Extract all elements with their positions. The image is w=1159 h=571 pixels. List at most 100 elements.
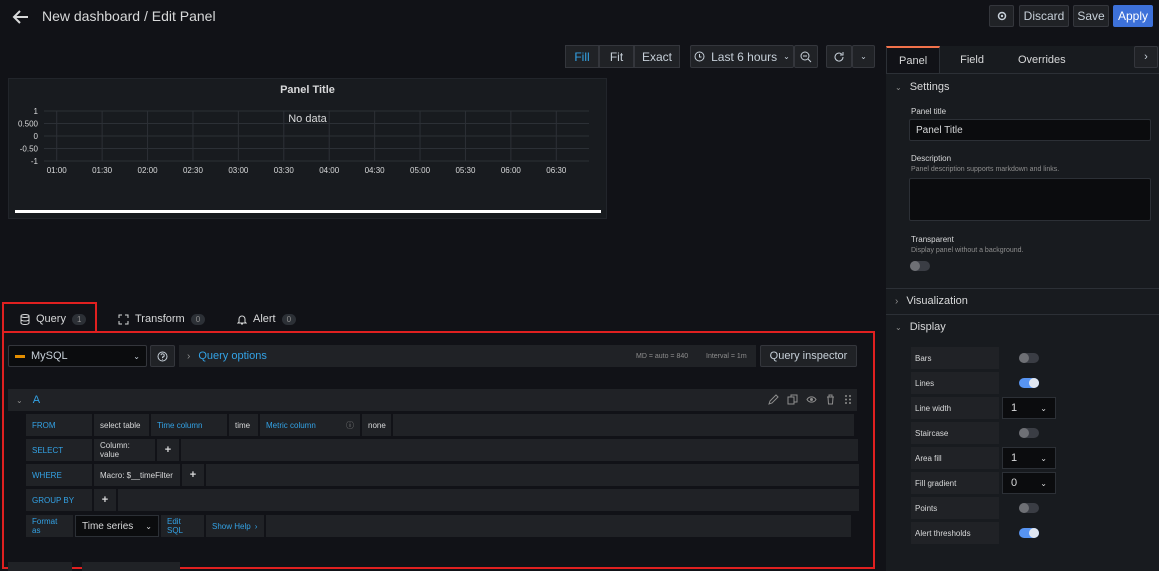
y-tick-label: 0.500 bbox=[18, 120, 39, 129]
y-tick-label: 0 bbox=[34, 132, 39, 141]
format-row: Format as Time series ⌄ Edit SQL Show He… bbox=[26, 515, 851, 537]
display-section-header[interactable]: ⌄ Display bbox=[895, 321, 946, 333]
mysql-icon bbox=[15, 354, 25, 358]
fill-gradient-select[interactable]: 0 ⌄ bbox=[1002, 472, 1056, 494]
tab-query[interactable]: Query 1 bbox=[20, 313, 87, 325]
fit-button[interactable]: Fit bbox=[599, 45, 634, 68]
chevron-down-icon: ⌄ bbox=[1040, 478, 1047, 488]
query-inspector-button[interactable]: Query inspector bbox=[760, 345, 857, 367]
tab-field[interactable]: Field bbox=[940, 46, 996, 73]
chevron-down-icon: ⌄ bbox=[895, 82, 902, 92]
chevron-down-icon: ⌄ bbox=[145, 521, 152, 531]
tab-transform-label: Transform bbox=[135, 313, 185, 325]
where-macro[interactable]: Macro: $__timeFilter bbox=[94, 464, 180, 486]
tab-overrides[interactable]: Overrides bbox=[996, 46, 1078, 73]
y-tick-label: -1 bbox=[31, 157, 39, 166]
format-row-filler bbox=[266, 515, 851, 537]
add-query-button-partial[interactable] bbox=[8, 562, 72, 571]
apply-button[interactable]: Apply bbox=[1113, 5, 1153, 27]
fill-gradient-value: 0 bbox=[1011, 477, 1018, 489]
tab-alert-label: Alert bbox=[253, 313, 276, 325]
points-toggle[interactable] bbox=[1019, 503, 1039, 513]
query-options-label: Query options bbox=[198, 350, 267, 362]
alert-thresholds-toggle[interactable] bbox=[1019, 528, 1039, 538]
add-where-button[interactable]: + bbox=[182, 464, 204, 486]
fill-button[interactable]: Fill bbox=[565, 45, 599, 68]
x-tick-label: 03:30 bbox=[274, 166, 295, 175]
show-help-button[interactable]: Show Help › bbox=[206, 515, 264, 537]
graph-baseline bbox=[15, 210, 601, 213]
help-button[interactable] bbox=[150, 345, 175, 367]
settings-button[interactable] bbox=[989, 5, 1014, 27]
query-count-badge: 1 bbox=[71, 313, 87, 325]
chevron-down-icon: ⌄ bbox=[133, 351, 140, 361]
refresh-button[interactable] bbox=[826, 45, 852, 68]
transparent-toggle[interactable] bbox=[910, 261, 930, 271]
refresh-interval-dropdown[interactable]: ⌄ bbox=[852, 45, 875, 68]
discard-button[interactable]: Discard bbox=[1019, 5, 1069, 27]
x-tick-label: 02:00 bbox=[138, 166, 159, 175]
staircase-toggle[interactable] bbox=[1019, 428, 1039, 438]
datasource-picker[interactable]: MySQL ⌄ bbox=[8, 345, 147, 367]
chevron-right-icon: › bbox=[187, 350, 191, 362]
x-tick-label: 02:30 bbox=[183, 166, 204, 175]
expression-button-partial[interactable] bbox=[82, 562, 180, 571]
chevron-right-icon: › bbox=[254, 521, 258, 531]
back-arrow-icon[interactable] bbox=[12, 8, 30, 26]
edit-sql-button[interactable]: Edit SQL bbox=[161, 515, 204, 537]
line-width-select[interactable]: 1 ⌄ bbox=[1002, 397, 1056, 419]
format-value: Time series bbox=[82, 520, 134, 532]
visualization-section-header[interactable]: › Visualization bbox=[895, 295, 968, 307]
description-label: Description bbox=[911, 154, 952, 163]
trash-icon[interactable] bbox=[825, 394, 836, 405]
database-icon bbox=[20, 313, 30, 325]
tab-transform[interactable]: Transform 0 bbox=[118, 313, 206, 325]
md-label: MD = auto = 840 bbox=[636, 352, 689, 360]
exact-button[interactable]: Exact bbox=[634, 45, 680, 68]
info-icon: ⓘ bbox=[346, 420, 354, 430]
query-options-bar[interactable]: › Query options MD = auto = 840 Interval… bbox=[179, 345, 756, 367]
table-select[interactable]: select table bbox=[94, 414, 149, 436]
format-as-label: Format as bbox=[26, 515, 73, 537]
from-keyword: FROM bbox=[26, 414, 92, 436]
from-row: FROM select table Time column time Metri… bbox=[26, 414, 854, 436]
clock-icon bbox=[694, 51, 705, 62]
bars-toggle[interactable] bbox=[1019, 353, 1039, 363]
area-fill-label: Area fill bbox=[911, 447, 999, 469]
panel-title-input[interactable]: Panel Title bbox=[909, 119, 1151, 141]
tab-query-label: Query bbox=[36, 313, 66, 325]
settings-section-header[interactable]: ⌄ Settings bbox=[895, 81, 949, 93]
transform-icon bbox=[118, 314, 129, 324]
add-select-button[interactable]: + bbox=[157, 439, 179, 461]
duplicate-icon[interactable] bbox=[787, 394, 798, 405]
tab-alert[interactable]: Alert 0 bbox=[237, 313, 297, 325]
save-button[interactable]: Save bbox=[1073, 5, 1109, 27]
x-tick-label: 06:30 bbox=[546, 166, 567, 175]
area-fill-select[interactable]: 1 ⌄ bbox=[1002, 447, 1056, 469]
eye-icon[interactable] bbox=[806, 394, 817, 405]
metric-column-text: Metric column bbox=[266, 420, 316, 430]
metric-column-select[interactable]: none bbox=[362, 414, 391, 436]
chevron-down-icon: ⌄ bbox=[783, 52, 790, 61]
lines-toggle[interactable] bbox=[1019, 378, 1039, 388]
collapse-chevron-icon[interactable]: ⌄ bbox=[16, 396, 23, 405]
collapse-sidebar-button[interactable]: › bbox=[1134, 46, 1158, 68]
edit-icon[interactable] bbox=[768, 394, 779, 405]
description-textarea[interactable] bbox=[909, 178, 1151, 221]
time-column-select[interactable]: time bbox=[229, 414, 258, 436]
where-row-filler bbox=[206, 464, 859, 486]
drag-handle-icon[interactable] bbox=[844, 394, 852, 405]
tab-panel[interactable]: Panel bbox=[886, 46, 941, 73]
add-group-by-button[interactable]: + bbox=[94, 489, 116, 511]
x-tick-label: 03:00 bbox=[228, 166, 249, 175]
select-column[interactable]: Column: value bbox=[94, 439, 155, 461]
staircase-label: Staircase bbox=[911, 422, 999, 444]
x-tick-label: 06:00 bbox=[501, 166, 522, 175]
format-select[interactable]: Time series ⌄ bbox=[75, 515, 159, 537]
time-range-picker[interactable]: Last 6 hours ⌄ bbox=[690, 45, 794, 68]
y-tick-label: 1 bbox=[34, 107, 39, 116]
question-icon bbox=[157, 351, 168, 361]
zoom-out-button[interactable] bbox=[794, 45, 818, 68]
query-ref-id[interactable]: A bbox=[33, 394, 40, 406]
fill-gradient-label: Fill gradient bbox=[911, 472, 999, 494]
